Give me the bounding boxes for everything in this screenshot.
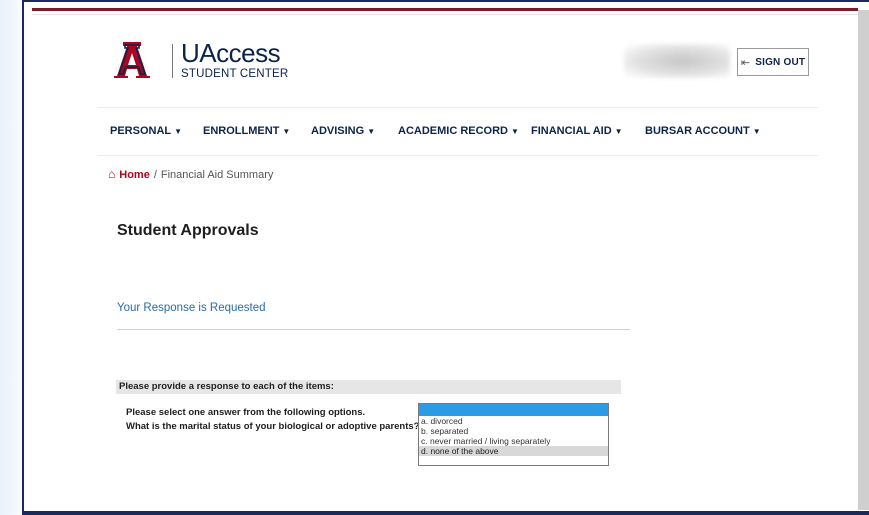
nav-advising[interactable]: ADVISING ▼ [311, 125, 375, 137]
university-logo [114, 42, 150, 78]
sign-out-label: SIGN OUT [755, 56, 806, 68]
breadcrumb-home-link[interactable]: Home [119, 169, 150, 181]
frame-left [22, 0, 24, 515]
listbox-option-never-married[interactable]: c. never married / living separately [419, 436, 608, 446]
nav-academic-record[interactable]: ACADEMIC RECORD ▼ [398, 125, 519, 137]
brand-title: UAccess [181, 38, 281, 68]
nav-item-label: PERSONAL [110, 125, 172, 137]
scrollbar[interactable] [858, 10, 869, 510]
page-background [0, 0, 22, 515]
page-title: Student Approvals [117, 222, 259, 239]
breadcrumb: ⌂ Home / Financial Aid Summary [108, 167, 273, 181]
listbox-option-blank[interactable] [419, 404, 608, 416]
chevron-down-icon: ▼ [511, 127, 519, 136]
frame-bottom [22, 511, 869, 515]
response-requested-heading: Your Response is Requested [117, 302, 266, 314]
chevron-down-icon: ▼ [282, 127, 291, 136]
user-name-blurred [624, 44, 730, 78]
nav-item-label: ENROLLMENT [203, 125, 280, 137]
nav-item-label: ACADEMIC RECORD [398, 125, 508, 137]
chevron-down-icon: ▼ [752, 127, 761, 136]
logo-separator [172, 44, 173, 78]
nav-divider-bottom [98, 155, 818, 156]
breadcrumb-separator: / [153, 169, 157, 181]
sign-out-button[interactable]: ⇤ SIGN OUT [737, 48, 809, 76]
items-section-header: Please provide a response to each of the… [116, 380, 621, 394]
nav-enrollment[interactable]: ENROLLMENT ▼ [203, 125, 290, 137]
nav-personal[interactable]: PERSONAL ▼ [110, 125, 182, 137]
question-instruction: Please select one answer from the follow… [126, 407, 366, 418]
frame-top [22, 0, 869, 2]
nav-item-label: BURSAR ACCOUNT [645, 125, 750, 137]
home-icon: ⌂ [108, 167, 116, 181]
chevron-down-icon: ▼ [367, 127, 376, 136]
chevron-down-icon: ▼ [174, 127, 183, 136]
listbox-option-divorced[interactable]: a. divorced [419, 416, 608, 426]
chevron-down-icon: ▼ [614, 127, 623, 136]
nav-item-label: FINANCIAL AID [531, 125, 612, 137]
sign-out-icon: ⇤ [740, 56, 751, 69]
section-divider [117, 329, 630, 330]
marital-status-listbox[interactable]: a. divorced b. separated c. never marrie… [418, 403, 609, 466]
nav-financial-aid[interactable]: FINANCIAL AID ▼ [531, 125, 623, 137]
listbox-option-none-of-the-above[interactable]: d. none of the above [419, 446, 608, 456]
breadcrumb-current: Financial Aid Summary [160, 169, 274, 181]
nav-item-label: ADVISING [311, 125, 365, 137]
listbox-option-separated[interactable]: b. separated [419, 426, 608, 436]
nav-divider-top [98, 107, 818, 108]
question-text: What is the marital status of your biolo… [126, 421, 420, 432]
brand-subtitle: STUDENT CENTER [181, 68, 289, 80]
nav-bursar-account[interactable]: BURSAR ACCOUNT ▼ [645, 125, 761, 137]
top-strip [32, 14, 858, 15]
